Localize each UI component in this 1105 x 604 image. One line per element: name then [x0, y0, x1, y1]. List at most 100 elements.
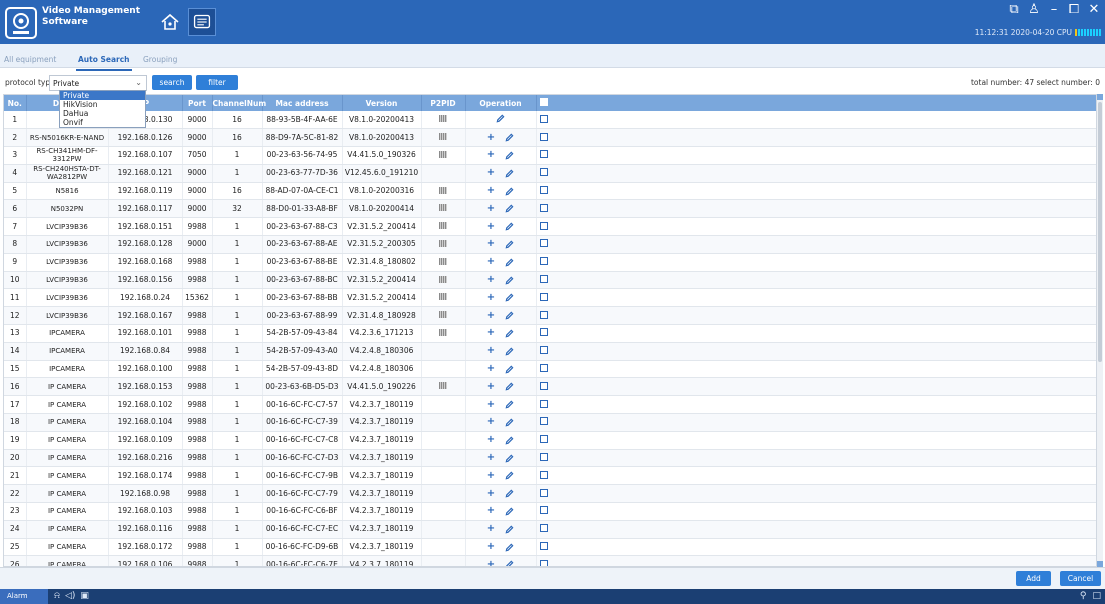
table-row[interactable]: 10 LVCIP39B36 192.168.0.156 9988 1 00-23-63-6… [4, 271, 1096, 290]
row-checkbox[interactable] [539, 542, 548, 551]
add-device-icon[interactable]: + [487, 470, 495, 480]
table-row[interactable]: 20 IP CAMERA 192.168.0.216 9988 1 00-16-6C-FC… [4, 449, 1096, 468]
tab-auto-search[interactable]: Auto Search [76, 55, 132, 71]
edit-pencil-icon[interactable] [505, 204, 514, 213]
search-button[interactable]: search [152, 75, 192, 90]
add-device-icon[interactable]: + [487, 310, 495, 320]
row-checkbox[interactable] [539, 186, 548, 195]
qr-code-icon[interactable] [439, 204, 447, 212]
add-device-icon[interactable]: + [487, 292, 495, 302]
qr-code-icon[interactable] [439, 115, 447, 123]
add-device-icon[interactable]: + [487, 435, 495, 445]
table-row[interactable]: 21 IP CAMERA 192.168.0.174 9988 1 00-16-6C-FC… [4, 466, 1096, 486]
edit-pencil-icon[interactable] [505, 365, 514, 374]
add-button[interactable]: Add [1016, 571, 1051, 586]
table-row[interactable]: 16 IP CAMERA 192.168.0.153 9988 1 00-23-63-6B… [4, 377, 1096, 397]
table-row[interactable]: 7 LVCIP39B36 192.168.0.151 9988 1 00-23-63-67… [4, 217, 1096, 237]
speaker-icon[interactable]: ◁) [65, 591, 75, 601]
table-row[interactable]: 4 RS-CH240HSTA-DT-WA2812PW 192.168.0.121 90… [4, 164, 1096, 183]
row-checkbox[interactable] [539, 310, 548, 319]
edit-pencil-icon[interactable] [505, 382, 514, 391]
row-checkbox[interactable] [539, 203, 548, 212]
edit-pencil-icon[interactable] [505, 240, 514, 249]
add-device-icon[interactable]: + [487, 542, 495, 552]
add-device-icon[interactable]: + [487, 168, 495, 178]
edit-pencil-icon[interactable] [505, 400, 514, 409]
edit-pencil-icon[interactable] [505, 151, 514, 160]
row-checkbox[interactable] [539, 364, 548, 373]
screen-lock-icon[interactable]: ⧉ [1007, 2, 1021, 17]
table-row[interactable]: 17 IP CAMERA 192.168.0.102 9988 1 00-16-6C-FC… [4, 395, 1096, 415]
close-icon[interactable]: ✕ [1087, 2, 1101, 17]
row-checkbox[interactable] [539, 239, 548, 248]
qr-code-icon[interactable] [439, 133, 447, 141]
qr-code-icon[interactable] [439, 150, 447, 158]
edit-pencil-icon[interactable] [505, 454, 514, 463]
add-device-icon[interactable]: + [487, 417, 495, 427]
select-all-checkbox[interactable] [539, 98, 548, 106]
qr-code-icon[interactable] [439, 328, 447, 336]
tab-grouping[interactable]: Grouping [143, 55, 177, 64]
table-row[interactable]: 8 LVCIP39B36 192.168.0.128 9000 1 00-23-63-67… [4, 235, 1096, 254]
row-checkbox[interactable] [539, 435, 548, 444]
add-device-icon[interactable]: + [487, 328, 495, 338]
add-device-icon[interactable]: + [487, 399, 495, 409]
table-row[interactable]: 25 IP CAMERA 192.168.0.172 9988 1 00-16-6C-FC… [4, 538, 1096, 557]
row-checkbox[interactable] [539, 399, 548, 408]
table-row[interactable]: 2 RS-N5016KR-E-NAND 192.168.0.126 9000 16 88-… [4, 128, 1096, 148]
edit-pencil-icon[interactable] [505, 329, 514, 338]
row-checkbox[interactable] [539, 559, 548, 566]
add-device-icon[interactable]: + [487, 364, 495, 374]
restore-icon[interactable]: ⧠ [1067, 2, 1081, 17]
row-checkbox[interactable] [539, 150, 548, 159]
row-checkbox[interactable] [539, 488, 548, 497]
edit-pencil-icon[interactable] [505, 276, 514, 285]
pin-icon[interactable]: ⚲ [1080, 591, 1087, 601]
user-icon[interactable]: ♙ [1027, 2, 1041, 17]
qr-code-icon[interactable] [439, 382, 447, 390]
add-device-icon[interactable]: + [487, 381, 495, 391]
edit-pencil-icon[interactable] [505, 525, 514, 534]
window-icon[interactable]: □ [1092, 591, 1101, 601]
add-device-icon[interactable]: + [487, 203, 495, 213]
qr-code-icon[interactable] [439, 222, 447, 230]
add-device-icon[interactable]: + [487, 275, 495, 285]
row-checkbox[interactable] [539, 132, 548, 141]
edit-pencil-icon[interactable] [505, 543, 514, 552]
edit-pencil-icon[interactable] [505, 222, 514, 231]
protocol-type-select[interactable]: Private ⌄ [49, 75, 147, 91]
edit-pencil-icon[interactable] [505, 311, 514, 320]
filter-button[interactable]: filter [196, 75, 238, 90]
add-device-icon[interactable]: + [487, 239, 495, 249]
row-checkbox[interactable] [539, 168, 548, 177]
add-device-icon[interactable]: + [487, 186, 495, 196]
qr-code-icon[interactable] [439, 239, 447, 247]
scrollbar-thumb[interactable] [1098, 102, 1102, 362]
qr-code-icon[interactable] [439, 311, 447, 319]
edit-pencil-icon[interactable] [505, 560, 514, 567]
protocol-option[interactable]: Onvif [60, 118, 145, 127]
edit-pencil-icon[interactable] [505, 258, 514, 267]
edit-pencil-icon[interactable] [505, 133, 514, 142]
protocol-option[interactable]: Private [60, 91, 145, 100]
protocol-option[interactable]: HikVision [60, 100, 145, 109]
qr-code-icon[interactable] [439, 293, 447, 301]
add-device-icon[interactable]: + [487, 453, 495, 463]
scroll-up-arrow[interactable] [1097, 94, 1103, 100]
table-row[interactable]: 18 IP CAMERA 192.168.0.104 9988 1 00-16-6C-FC… [4, 413, 1096, 432]
table-row[interactable]: 24 IP CAMERA 192.168.0.116 9988 1 00-16-6C-FC… [4, 520, 1096, 539]
row-checkbox[interactable] [539, 346, 548, 355]
add-device-icon[interactable]: + [487, 221, 495, 231]
table-row[interactable]: 1N192.168.0.13090001688-93-5B-4F-AA-6EV8… [4, 111, 1096, 130]
row-checkbox[interactable] [539, 292, 548, 301]
edit-pencil-icon[interactable] [505, 293, 514, 302]
row-checkbox[interactable] [539, 221, 548, 230]
add-device-icon[interactable]: + [487, 132, 495, 142]
add-device-icon[interactable]: + [487, 524, 495, 534]
table-row[interactable]: 11 LVCIP39B36 192.168.0.24 15362 1 00-23-63-6… [4, 288, 1096, 308]
add-device-icon[interactable]: + [487, 506, 495, 516]
edit-pencil-icon[interactable] [496, 114, 505, 123]
add-device-icon[interactable]: + [487, 346, 495, 356]
table-row[interactable]: 5 N5816 192.168.0.119 9000 16 88-AD-07-0A-CE-… [4, 182, 1096, 201]
row-checkbox[interactable] [539, 417, 548, 426]
